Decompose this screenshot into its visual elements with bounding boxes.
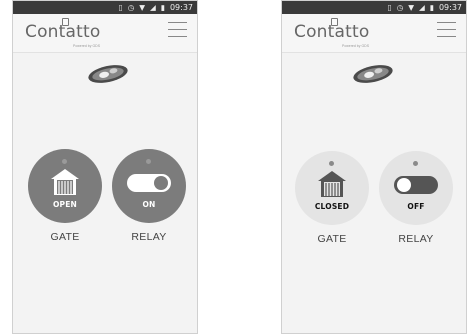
battery-icon: ▮ <box>429 2 434 12</box>
alarm-icon: ◷ <box>396 2 404 12</box>
brand-badge-icon <box>88 65 128 83</box>
relay-tile[interactable]: ON RELAY <box>111 149 187 243</box>
status-bar: ▯ ◷ ▼ ◢ ▮ 09:37 <box>282 1 466 14</box>
gate-icon <box>51 169 79 195</box>
phone-screen-inactive: ▯ ◷ ▼ ◢ ▮ 09:37 Contatto Powered by GDS <box>281 0 467 334</box>
relay-state-label: ON <box>142 200 156 209</box>
relay-button[interactable]: OFF <box>379 151 453 225</box>
status-led <box>329 161 334 166</box>
status-led <box>62 159 67 164</box>
gate-state-label: OPEN <box>52 200 78 209</box>
app-logo: Contatto <box>25 22 101 42</box>
app-logo: Contatto <box>294 22 370 42</box>
phone-screen-active: ▯ ◷ ▼ ◢ ▮ 09:37 Contatto Powered by GDS <box>12 0 198 334</box>
gate-state-label: CLOSED <box>314 202 350 211</box>
status-time: 09:37 <box>169 3 193 12</box>
logo-tagline: Powered by GDS <box>342 44 370 48</box>
relay-button[interactable]: ON <box>112 149 186 223</box>
relay-state-label: OFF <box>407 202 425 211</box>
gate-caption: GATE <box>50 231 80 243</box>
menu-icon[interactable] <box>437 22 456 38</box>
gate-caption: GATE <box>317 233 347 245</box>
status-led <box>413 161 418 166</box>
vibrate-icon: ▯ <box>387 2 392 12</box>
relay-caption: RELAY <box>131 231 167 243</box>
toggle-icon <box>394 176 438 194</box>
vibrate-icon: ▯ <box>118 2 123 12</box>
relay-tile[interactable]: OFF RELAY <box>378 151 454 245</box>
status-time: 09:37 <box>438 3 462 12</box>
battery-icon: ▮ <box>160 2 165 12</box>
gate-icon <box>318 171 346 197</box>
status-bar: ▯ ◷ ▼ ◢ ▮ 09:37 <box>13 1 197 14</box>
gate-tile[interactable]: CLOSED GATE <box>294 151 370 245</box>
signal-icon: ◢ <box>150 2 156 12</box>
logo-tagline: Powered by GDS <box>73 44 101 48</box>
wifi-icon: ▼ <box>139 2 146 12</box>
alarm-icon: ◷ <box>127 2 135 12</box>
signal-icon: ◢ <box>419 2 425 12</box>
app-bar: Contatto Powered by GDS <box>282 14 466 53</box>
relay-caption: RELAY <box>398 233 434 245</box>
gate-tile[interactable]: OPEN GATE <box>27 149 103 243</box>
status-led <box>146 159 151 164</box>
menu-icon[interactable] <box>168 22 187 38</box>
toggle-icon <box>127 174 171 192</box>
gate-button[interactable]: CLOSED <box>295 151 369 225</box>
gate-button[interactable]: OPEN <box>28 149 102 223</box>
brand-badge-icon <box>353 65 393 83</box>
wifi-icon: ▼ <box>408 2 415 12</box>
app-bar: Contatto Powered by GDS <box>13 14 197 53</box>
